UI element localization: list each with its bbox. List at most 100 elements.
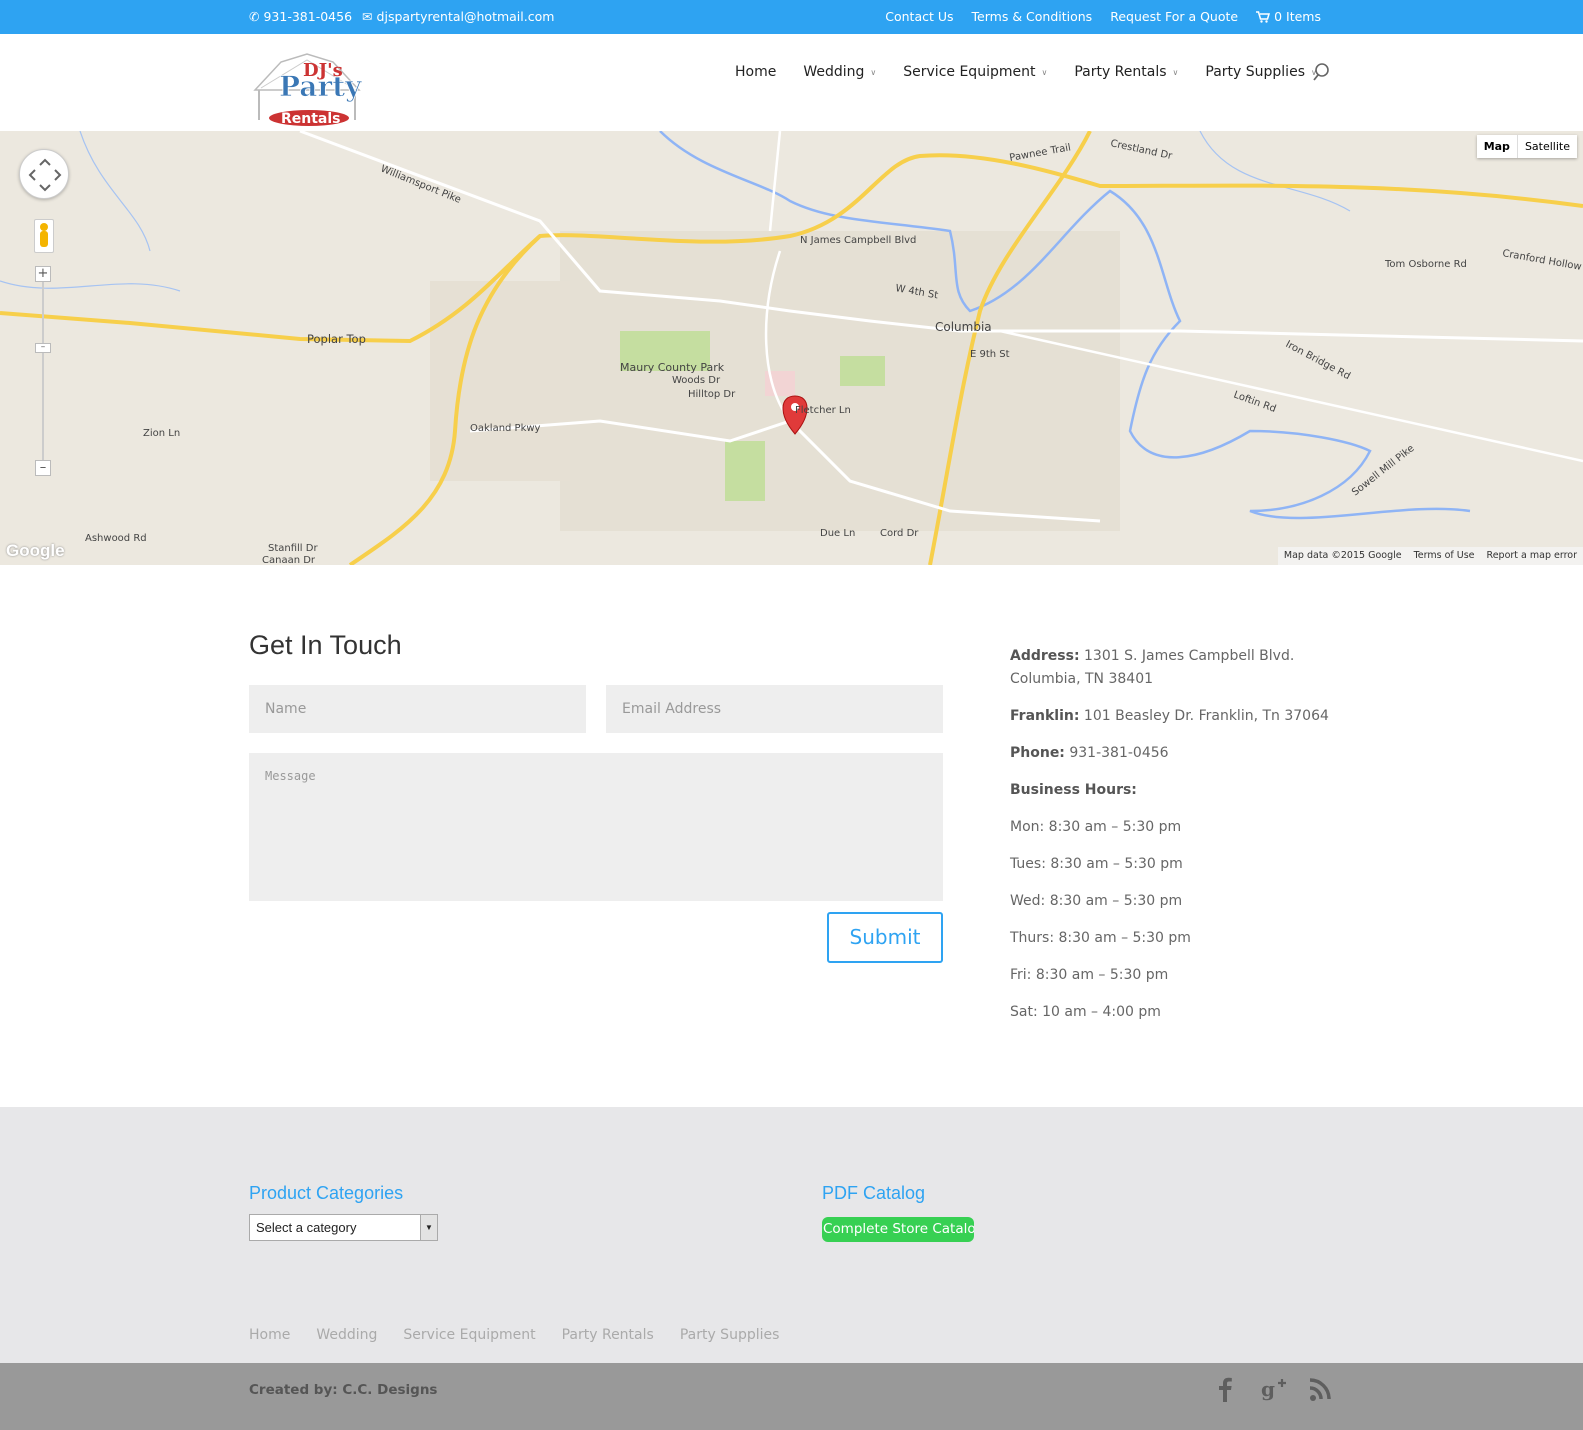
svg-text:DJ's: DJ's bbox=[303, 60, 343, 81]
name-input[interactable]: Name bbox=[249, 685, 586, 733]
quote-link[interactable]: Request For a Quote bbox=[1110, 9, 1238, 24]
map-label-tom-osborne: Tom Osborne Rd bbox=[1384, 259, 1467, 270]
nav-wedding[interactable]: Wedding ∨ bbox=[803, 64, 876, 80]
hours-tue: Tues: 8:30 am – 5:30 pm bbox=[1010, 856, 1183, 872]
map-label-canaan: Canaan Dr bbox=[262, 555, 316, 565]
zoom-track[interactable] bbox=[42, 282, 44, 462]
map-label-e9th: E 9th St bbox=[970, 349, 1010, 360]
email-address[interactable]: djspartyrental@hotmail.com bbox=[377, 9, 555, 24]
cart-link[interactable]: 0 Items bbox=[1256, 9, 1321, 24]
chevron-down-icon: ▼ bbox=[420, 1215, 437, 1240]
map-canvas[interactable]: Columbia Poplar Top Maury County Park Wi… bbox=[0, 131, 1583, 565]
map-label-pawnee: Pawnee Trail bbox=[1009, 142, 1072, 164]
phone-label: Phone: bbox=[1010, 745, 1065, 761]
map-label-n-james: N James Campbell Blvd bbox=[800, 235, 916, 246]
map-label-cord: Cord Dr bbox=[880, 528, 919, 539]
google-logo[interactable]: Google bbox=[6, 541, 65, 561]
zoom-out-button[interactable]: – bbox=[35, 460, 51, 476]
email-info[interactable]: ✉ djspartyrental@hotmail.com bbox=[362, 9, 554, 24]
category-select[interactable]: Select a category ▼ bbox=[249, 1214, 438, 1241]
footer-nav-wedding[interactable]: Wedding bbox=[316, 1327, 377, 1343]
map-label-sowell: Sowell Mill Pike bbox=[1350, 443, 1417, 498]
address-line2: Columbia, TN 38401 bbox=[1010, 671, 1154, 687]
map[interactable]: Columbia Poplar Top Maury County Park Wi… bbox=[0, 131, 1583, 565]
phone-value: 931-381-0456 bbox=[1069, 745, 1169, 761]
franklin-label: Franklin: bbox=[1010, 708, 1080, 724]
franklin-block: Franklin: 101 Beasley Dr. Franklin, Tn 3… bbox=[1010, 705, 1340, 728]
chevron-down-icon: ∨ bbox=[870, 67, 877, 77]
nav-party-rentals-label: Party Rentals bbox=[1074, 64, 1167, 80]
map-report-link[interactable]: Report a map error bbox=[1487, 550, 1577, 562]
nav-home[interactable]: Home bbox=[735, 64, 776, 80]
nav-service-equipment-label: Service Equipment bbox=[903, 64, 1036, 80]
map-label-crestland: Crestland Dr bbox=[1109, 138, 1174, 162]
nav-wedding-label: Wedding bbox=[803, 64, 865, 80]
phone-number: 931-381-0456 bbox=[263, 9, 353, 24]
top-bar: ✆ 931-381-0456 ✉ djspartyrental@hotmail.… bbox=[0, 0, 1583, 34]
rss-icon[interactable] bbox=[1308, 1375, 1334, 1403]
map-pan-control[interactable] bbox=[19, 149, 69, 199]
category-select-value: Select a category bbox=[256, 1220, 357, 1235]
map-label-williamsport: Williamsport Pike bbox=[379, 164, 463, 206]
nav-service-equipment[interactable]: Service Equipment ∨ bbox=[903, 64, 1047, 80]
hours-label: Business Hours: bbox=[1010, 782, 1137, 798]
search-icon[interactable] bbox=[1313, 62, 1333, 82]
map-label-iron-bridge: Iron Bridge Rd bbox=[1284, 339, 1352, 382]
map-terms-link[interactable]: Terms of Use bbox=[1414, 550, 1475, 562]
main-nav: Home Wedding ∨ Service Equipment ∨ Party R… bbox=[735, 64, 1317, 80]
map-label-fletcher: Fletcher Ln bbox=[795, 405, 851, 416]
hours-sat: Sat: 10 am – 4:00 pm bbox=[1010, 1004, 1161, 1020]
franklin-value: 101 Beasley Dr. Franklin, Tn 37064 bbox=[1083, 708, 1329, 724]
map-label-oakland: Oakland Pkwy bbox=[470, 423, 541, 434]
nav-party-supplies[interactable]: Party Supplies ∨ bbox=[1205, 64, 1316, 80]
map-label-zion: Zion Ln bbox=[143, 428, 180, 439]
map-label-stanfill: Stanfill Dr bbox=[268, 543, 318, 554]
footer-nav-party-supplies[interactable]: Party Supplies bbox=[680, 1327, 780, 1343]
social-links: g bbox=[1212, 1375, 1334, 1403]
footer-nav-home[interactable]: Home bbox=[249, 1327, 290, 1343]
facebook-icon[interactable] bbox=[1212, 1375, 1238, 1403]
envelope-icon: ✉ bbox=[362, 9, 373, 24]
address-block: Address: 1301 S. James Campbell Blvd. Col… bbox=[1010, 645, 1340, 691]
footer-nav: Home Wedding Service Equipment Party Ren… bbox=[249, 1327, 779, 1343]
footer-nav-service-equipment[interactable]: Service Equipment bbox=[403, 1327, 535, 1343]
map-label-hilltop: Hilltop Dr bbox=[688, 389, 736, 400]
footer-nav-party-rentals[interactable]: Party Rentals bbox=[562, 1327, 654, 1343]
bottom-bar: Created by: C.C. Designs g bbox=[0, 1363, 1583, 1430]
phone-block: Phone: 931-381-0456 bbox=[1010, 742, 1340, 765]
map-type-map-button[interactable]: Map bbox=[1476, 135, 1518, 158]
message-textarea[interactable]: Message bbox=[249, 753, 943, 901]
map-zoom-control: + – – bbox=[35, 266, 51, 476]
submit-button[interactable]: Submit bbox=[827, 912, 943, 963]
map-type-satellite-button[interactable]: Satellite bbox=[1517, 135, 1577, 158]
hours-mon: Mon: 8:30 am – 5:30 pm bbox=[1010, 819, 1182, 835]
pdf-catalog-title: PDF Catalog bbox=[822, 1183, 926, 1203]
map-label-cranford: Cranford Hollow Rd bbox=[1501, 248, 1583, 276]
map-label-maury-park: Maury County Park bbox=[620, 361, 725, 374]
zoom-slider-handle[interactable]: – bbox=[35, 343, 51, 353]
hours-fri: Fri: 8:30 am – 5:30 pm bbox=[1010, 967, 1169, 983]
svg-text:g: g bbox=[1261, 1377, 1275, 1401]
catalog-button[interactable]: Complete Store Catalog bbox=[822, 1217, 974, 1242]
contact-us-link[interactable]: Contact Us bbox=[885, 9, 953, 24]
chevron-down-icon: ∨ bbox=[1041, 67, 1048, 77]
address-line1: 1301 S. James Campbell Blvd. bbox=[1084, 648, 1295, 664]
cart-count: 0 Items bbox=[1274, 9, 1321, 24]
cart-icon bbox=[1256, 10, 1271, 23]
nav-party-rentals[interactable]: Party Rentals ∨ bbox=[1074, 64, 1178, 80]
zoom-in-button[interactable]: + bbox=[35, 266, 51, 282]
footer: Product Categories Select a category ▼ P… bbox=[0, 1107, 1583, 1363]
logo[interactable]: Party DJ's Rentals bbox=[251, 50, 364, 130]
map-label-loftin: Loftin Rd bbox=[1232, 389, 1277, 415]
email-input[interactable]: Email Address bbox=[606, 685, 943, 733]
address-label: Address: bbox=[1010, 648, 1080, 664]
google-plus-icon[interactable]: g bbox=[1260, 1375, 1286, 1403]
map-type-control: Map Satellite bbox=[1476, 135, 1577, 158]
map-footer: Map data ©2015 Google Terms of Use Repor… bbox=[1277, 547, 1583, 565]
terms-link[interactable]: Terms & Conditions bbox=[972, 9, 1093, 24]
contact-info: Address: 1301 S. James Campbell Blvd. Col… bbox=[1010, 645, 1340, 1038]
credit-text: Created by: C.C. Designs bbox=[249, 1382, 438, 1398]
street-view-pegman-icon[interactable] bbox=[34, 219, 54, 253]
hours-heading: Business Hours: bbox=[1010, 779, 1340, 802]
product-categories-title: Product Categories bbox=[249, 1183, 404, 1203]
